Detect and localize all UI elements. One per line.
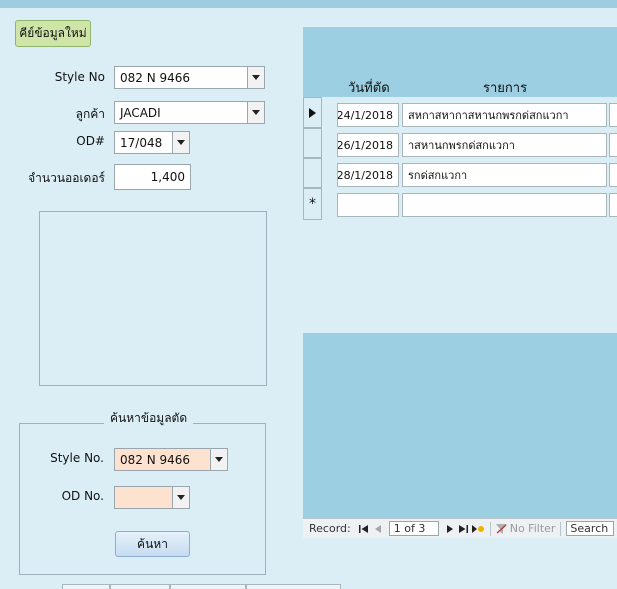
table-row-next-cell[interactable] <box>609 133 617 157</box>
tab[interactable] <box>170 584 246 589</box>
new-entry-button[interactable]: คีย์ข้อมูลใหม่ <box>15 20 91 47</box>
od-label: OD# <box>76 134 105 148</box>
customer-combo[interactable]: JACADI <box>114 101 265 124</box>
record-label: Record: <box>309 522 351 535</box>
image-frame <box>39 211 267 386</box>
next-record-icon[interactable] <box>443 524 457 533</box>
search-input[interactable]: Search <box>566 521 615 536</box>
od-combo[interactable]: 17/048 <box>114 131 190 154</box>
tab[interactable] <box>110 584 170 589</box>
search-style-no-value: 082 N 9466 <box>120 452 191 467</box>
table-row-date[interactable]: 26/1/2018 <box>337 133 399 157</box>
no-filter-label: No Filter <box>509 522 556 535</box>
order-qty-field[interactable]: 1,400 <box>114 164 191 190</box>
table-row-date[interactable]: 28/1/2018 <box>337 163 399 187</box>
customer-label: ลูกค้า <box>75 107 105 121</box>
no-filter-indicator[interactable]: No Filter <box>495 522 556 535</box>
customer-value: JACADI <box>120 105 161 120</box>
search-button[interactable]: ค้นหา <box>115 531 190 557</box>
nav-separator <box>560 521 562 536</box>
last-record-icon[interactable] <box>457 524 471 533</box>
search-style-no-label: Style No. <box>50 451 104 465</box>
style-no-value: 082 N 9466 <box>120 70 191 85</box>
table-row-next-cell[interactable] <box>609 163 617 187</box>
table-row-item[interactable]: รกด่สกแวกา <box>402 163 607 187</box>
od-value: 17/048 <box>120 135 163 150</box>
tab[interactable] <box>62 584 110 589</box>
new-record-asterisk-icon: * <box>309 196 316 212</box>
style-no-label: Style No <box>54 70 105 84</box>
chevron-down-icon[interactable] <box>210 449 227 470</box>
search-style-no-combo[interactable]: 082 N 9466 <box>114 448 228 471</box>
table-row-item[interactable]: สหกาสหากาสหานกพรกด่สกแวกา <box>402 103 607 127</box>
current-record-arrow-icon <box>309 107 316 118</box>
subform-footer <box>303 333 617 518</box>
new-record-icon[interactable] <box>471 524 485 533</box>
tab[interactable] <box>246 584 341 589</box>
table-row-date[interactable]: 24/1/2018 <box>337 103 399 127</box>
order-qty-value: 1,400 <box>150 170 185 184</box>
filter-icon <box>495 523 507 534</box>
chevron-down-icon[interactable] <box>247 102 264 123</box>
window-top-band <box>0 0 617 8</box>
new-row-item[interactable] <box>402 193 607 217</box>
search-od-no-combo[interactable] <box>114 486 190 509</box>
record-selector-current[interactable] <box>303 97 322 128</box>
table-row-next-cell[interactable] <box>609 103 617 127</box>
search-group-title: ค้นหาข้อมูลตัด <box>104 409 194 428</box>
previous-record-icon[interactable] <box>371 524 385 533</box>
chevron-down-icon[interactable] <box>247 67 264 88</box>
new-row-next-cell[interactable] <box>609 193 617 217</box>
chevron-down-icon[interactable] <box>172 487 189 508</box>
chevron-down-icon[interactable] <box>172 132 189 153</box>
record-selector-new[interactable]: * <box>303 188 322 220</box>
record-navigation-bar: Record: 1 of 3 No Filter Search <box>303 518 617 538</box>
table-row-item[interactable]: าสหานกพรกด่สกแวกา <box>402 133 607 157</box>
nav-separator <box>489 521 491 536</box>
order-qty-label: จำนวนออเดอร์ <box>28 171 105 185</box>
column-header-item: รายการ <box>483 81 528 96</box>
style-no-combo[interactable]: 082 N 9466 <box>114 66 265 89</box>
column-header-cut-date: วันที่ตัด <box>348 81 390 96</box>
search-od-no-label: OD No. <box>61 489 104 503</box>
new-row-date[interactable] <box>337 193 399 217</box>
record-selector[interactable] <box>303 158 322 188</box>
first-record-icon[interactable] <box>357 524 371 533</box>
record-selector[interactable] <box>303 128 322 158</box>
current-record-field[interactable]: 1 of 3 <box>388 521 439 536</box>
